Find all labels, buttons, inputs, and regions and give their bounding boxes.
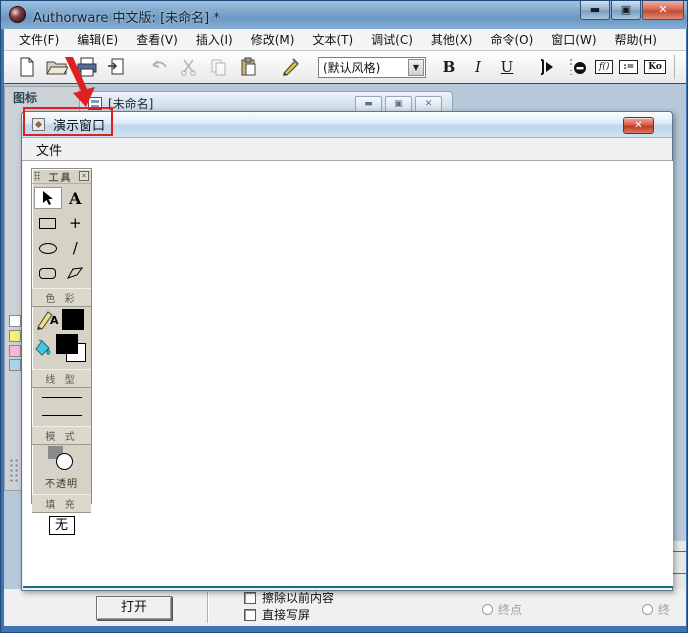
mode-section-header: 模 式 xyxy=(32,426,91,445)
presentation-canvas[interactable]: 工具 ✕ A + / 色 彩 A 线 型 模 式 不透明 填 充 无 xyxy=(23,161,673,588)
run-flag-icon[interactable] xyxy=(535,55,561,79)
color-swatch-yellow[interactable] xyxy=(9,330,21,342)
line-weight-thin[interactable] xyxy=(32,388,91,406)
menu-modify[interactable]: 修改(M) xyxy=(242,29,304,50)
ellipse-tool[interactable] xyxy=(34,237,62,259)
divider xyxy=(207,592,208,623)
app-logo-icon xyxy=(9,6,26,23)
presentation-titlebar[interactable]: 演示窗口 ✕ xyxy=(22,112,672,138)
authorware-app-window: Authorware 中文版: [未命名] * ▬ ▣ ✕ 文件(F) 编辑(E… xyxy=(0,0,688,633)
mode-circle-icon xyxy=(56,453,73,470)
endpoint2-radio[interactable] xyxy=(642,604,653,615)
fill-none-button[interactable]: 无 xyxy=(48,516,75,535)
style-dropdown-value: (默认风格) xyxy=(323,60,381,75)
tool-palette-title: 工具 xyxy=(48,172,73,184)
open-button[interactable]: 打开 xyxy=(96,596,172,620)
endpoint-radio-label: 终点 xyxy=(498,603,523,617)
color-swatch-blue[interactable] xyxy=(9,359,21,371)
app-titlebar[interactable]: Authorware 中文版: [未命名] * ▬ ▣ ✕ xyxy=(1,1,687,29)
restore-button[interactable]: ▣ xyxy=(611,1,641,20)
format-brush-icon[interactable] xyxy=(278,55,304,79)
line-tool[interactable]: / xyxy=(62,237,90,259)
stroke-color-swatch[interactable] xyxy=(62,309,84,330)
copy-icon[interactable] xyxy=(206,55,232,79)
text-color-letter: A xyxy=(50,314,59,327)
text-color-row[interactable]: A xyxy=(32,307,91,333)
cut-icon[interactable] xyxy=(176,55,202,79)
color-swatch-white[interactable] xyxy=(9,315,21,327)
minimize-button[interactable]: ▬ xyxy=(580,1,610,20)
presentation-menubar: 文件 xyxy=(22,138,672,161)
rounded-rect-tool[interactable] xyxy=(34,262,62,284)
design-minimize-button[interactable]: ▬ xyxy=(355,95,382,112)
mode-opaque-selector[interactable] xyxy=(32,445,91,475)
foreground-color-swatch[interactable] xyxy=(56,334,78,354)
close-button[interactable]: ✕ xyxy=(642,1,684,20)
restart-flag-icon[interactable] xyxy=(565,55,591,79)
menu-text[interactable]: 文本(T) xyxy=(303,29,362,50)
style-dropdown[interactable]: (默认风格) ▼ xyxy=(318,56,426,78)
direct-write-label: 直接写屏 xyxy=(262,608,311,622)
mode-label: 不透明 xyxy=(45,479,78,490)
direct-write-checkbox[interactable] xyxy=(244,608,256,621)
endpoint-radio[interactable] xyxy=(482,604,493,615)
design-window-title: [未命名] xyxy=(108,97,154,111)
variables-icon[interactable]: := xyxy=(619,60,639,74)
polygon-icon xyxy=(67,267,84,279)
crosshair-tool[interactable]: + xyxy=(62,212,90,234)
arrow-cursor-icon xyxy=(43,191,54,205)
undo-icon[interactable] xyxy=(146,55,172,79)
functions-icon[interactable]: f() xyxy=(595,60,614,74)
colors-section-header: 色 彩 xyxy=(32,288,91,307)
annotation-arrow xyxy=(65,57,95,107)
properties-panel: 打开 擦除以前内容 直接写屏 终点 终 xyxy=(4,589,686,626)
tool-palette-header[interactable]: 工具 ✕ xyxy=(32,169,91,184)
menu-insert[interactable]: 插入(I) xyxy=(187,29,242,50)
italic-button[interactable]: I xyxy=(465,55,491,79)
menu-edit[interactable]: 编辑(E) xyxy=(68,29,127,50)
rectangle-tool[interactable] xyxy=(34,212,62,234)
menu-debug[interactable]: 调试(C) xyxy=(362,29,422,50)
presentation-close-button[interactable]: ✕ xyxy=(623,117,654,134)
palette-grip[interactable] xyxy=(9,458,19,484)
erase-previous-label: 擦除以前内容 xyxy=(262,591,335,605)
endpoint2-radio-label: 终 xyxy=(658,603,671,617)
menu-other[interactable]: 其他(X) xyxy=(422,29,482,50)
menu-bar: 文件(F) 编辑(E) 查看(V) 插入(I) 修改(M) 文本(T) 调试(C… xyxy=(4,29,686,51)
bold-button[interactable]: B xyxy=(436,55,462,79)
erase-previous-checkbox[interactable] xyxy=(244,591,256,604)
tool-palette-close-icon[interactable]: ✕ xyxy=(79,171,89,181)
color-swatch-pink[interactable] xyxy=(9,345,21,357)
text-tool[interactable]: A xyxy=(62,187,90,209)
app-title: Authorware 中文版: [未命名] * xyxy=(33,11,220,26)
menu-window[interactable]: 窗口(W) xyxy=(542,29,605,50)
menu-command[interactable]: 命令(O) xyxy=(481,29,542,50)
menu-file[interactable]: 文件(F) xyxy=(10,29,68,50)
underline-button[interactable]: U xyxy=(494,55,520,79)
menu-view[interactable]: 查看(V) xyxy=(127,29,187,50)
presentation-menu-file[interactable]: 文件 xyxy=(28,138,70,161)
pointer-tool[interactable] xyxy=(34,187,62,209)
fill-color-row[interactable] xyxy=(32,333,91,367)
design-restore-button[interactable]: ▣ xyxy=(385,95,412,112)
new-file-icon[interactable] xyxy=(14,55,40,79)
design-close-button[interactable]: ✕ xyxy=(415,95,442,112)
paint-bucket-icon xyxy=(35,339,51,356)
knowledge-object-icon[interactable]: Ko xyxy=(644,60,666,74)
tool-palette: 工具 ✕ A + / 色 彩 A 线 型 模 式 不透明 填 充 无 xyxy=(31,168,92,535)
polygon-tool[interactable] xyxy=(62,262,90,284)
menu-help[interactable]: 帮助(H) xyxy=(606,29,666,50)
paste-icon[interactable] xyxy=(236,55,262,79)
palette-grip-dots[interactable] xyxy=(34,171,40,181)
chevron-down-icon[interactable]: ▼ xyxy=(408,58,424,76)
line-type-section-header: 线 型 xyxy=(32,369,91,388)
annotation-highlight-rect xyxy=(23,107,113,136)
fill-section-header: 填 充 xyxy=(32,494,91,513)
presentation-window: 演示窗口 ✕ 文件 工具 ✕ A + / 色 彩 A 线 型 模 式 不透明 填… xyxy=(21,111,673,591)
line-weight-medium[interactable] xyxy=(32,406,91,424)
